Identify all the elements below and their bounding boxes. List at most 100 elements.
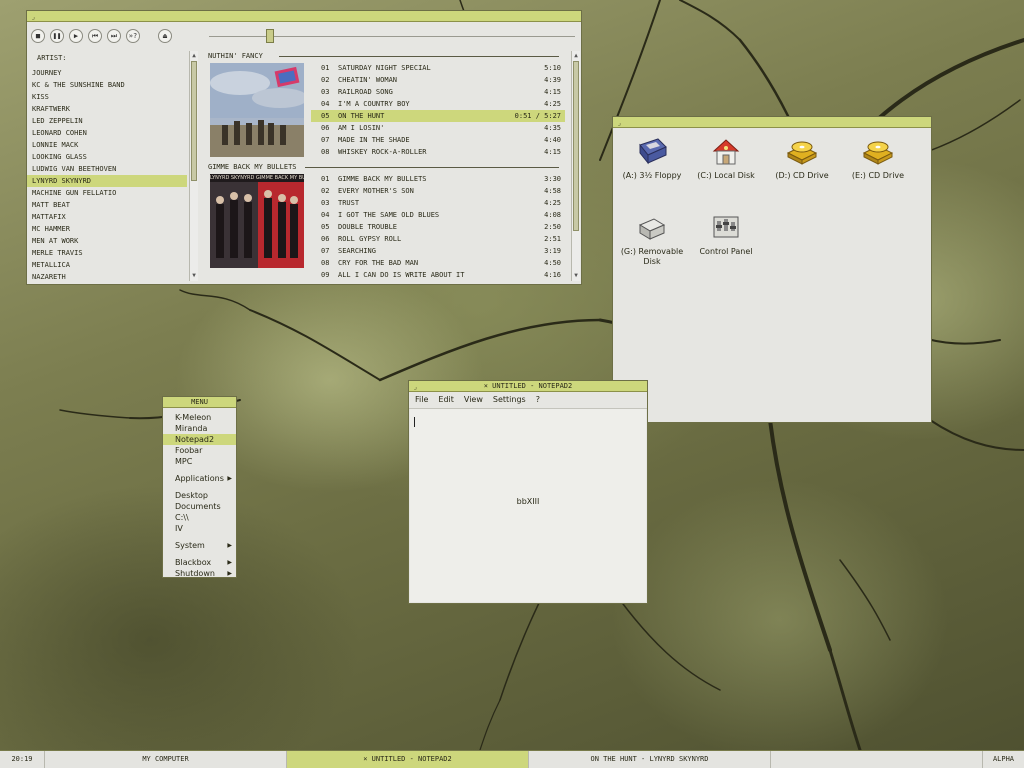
seek-bar[interactable]	[209, 29, 575, 43]
menu-item[interactable]: Blackbox ▶	[163, 557, 236, 568]
track-scrollbar[interactable]: ▲ ▼	[571, 51, 580, 281]
menu-item[interactable]: Desktop	[163, 490, 236, 501]
window-grip-icon[interactable]: ⌟	[413, 382, 417, 392]
control-panel[interactable]: Control Panel	[687, 213, 765, 257]
stop-button[interactable]: ■	[31, 29, 45, 43]
drive-g-removable[interactable]: (G:) Removable Disk	[613, 213, 691, 267]
menu-edit[interactable]: Edit	[438, 392, 454, 408]
track-row[interactable]: 01 SATURDAY NIGHT SPECIAL 5:10	[311, 62, 565, 74]
track-row[interactable]: 08 WHISKEY ROCK-A-ROLLER 4:15	[311, 146, 565, 158]
player-titlebar[interactable]: ⌟	[27, 11, 581, 22]
random-button[interactable]: »?	[126, 29, 140, 43]
artist-item[interactable]: LUDWIG VAN BEETHOVEN	[27, 163, 187, 175]
task-music-player[interactable]: ON THE HUNT - LYNYRD SKYNYRD	[528, 751, 770, 768]
track-scroll-thumb[interactable]	[573, 61, 579, 231]
scroll-up-icon[interactable]: ▲	[572, 52, 580, 60]
scroll-up-icon[interactable]: ▲	[190, 52, 198, 60]
my-computer-titlebar[interactable]: ⌟	[613, 117, 931, 128]
previous-button[interactable]: ⏮	[88, 29, 102, 43]
artist-item[interactable]: KC & THE SUNSHINE BAND	[27, 79, 187, 91]
artist-item[interactable]: LOOKING GLASS	[27, 151, 187, 163]
play-button[interactable]: ▶	[69, 29, 83, 43]
artist-item[interactable]: MERLE TRAVIS	[27, 247, 187, 259]
track-row[interactable]: 04 I'M A COUNTRY BOY 4:25	[311, 98, 565, 110]
task-my-computer[interactable]: MY COMPUTER	[44, 751, 286, 768]
menu-item[interactable]: Foobar	[163, 445, 236, 456]
menu-item[interactable]: Applications ▶	[163, 473, 236, 484]
notepad-window[interactable]: ⌟ × UNTITLED - NOTEPAD2 File Edit View S…	[408, 380, 648, 604]
track-list: 01 GIMME BACK MY BULLETS 3:30 02 EVERY MOTHE…	[311, 173, 565, 281]
wallpaper-watermark-text: bbXIII	[516, 497, 540, 506]
next-button[interactable]: ⏭	[107, 29, 121, 43]
artist-item[interactable]: KISS	[27, 91, 187, 103]
task-notepad[interactable]: × UNTITLED - NOTEPAD2	[286, 751, 528, 768]
artist-scroll-thumb[interactable]	[191, 61, 197, 181]
notepad-titlebar[interactable]: ⌟ × UNTITLED - NOTEPAD2	[409, 381, 647, 392]
submenu-arrow-icon: ▶	[227, 542, 232, 549]
track-row[interactable]: 06 ROLL GYPSY ROLL 2:51	[311, 233, 565, 245]
artist-item[interactable]: LED ZEPPELIN	[27, 115, 187, 127]
track-row[interactable]: 08 CRY FOR THE BAD MAN 4:50	[311, 257, 565, 269]
menu-item[interactable]: System ▶	[163, 540, 236, 551]
track-row[interactable]: 02 EVERY MOTHER'S SON 4:58	[311, 185, 565, 197]
window-grip-icon[interactable]: ⌟	[31, 12, 35, 22]
artist-item[interactable]: MACHINE GUN FELLATIO	[27, 187, 187, 199]
artist-item[interactable]: MEN AT WORK	[27, 235, 187, 247]
artist-item[interactable]: MATT BEAT	[27, 199, 187, 211]
seek-knob[interactable]	[266, 29, 274, 43]
notepad-text-area[interactable]: bbXIII	[410, 409, 646, 602]
track-row[interactable]: 09 ALL I CAN DO IS WRITE ABOUT IT 4:16	[311, 269, 565, 281]
track-row[interactable]: 05 ON THE HUNT 0:51 / 5:27	[311, 110, 565, 122]
track-row[interactable]: 07 SEARCHING 3:19	[311, 245, 565, 257]
drive-e-cd[interactable]: (E:) CD Drive	[839, 137, 917, 181]
artist-scrollbar[interactable]: ▲ ▼	[189, 51, 198, 281]
track-row[interactable]: 03 TRUST 4:25	[311, 197, 565, 209]
artist-panel: ARTIST: JOURNEY KC & THE SUNSHINE BAND KIS…	[27, 51, 187, 281]
menu-item[interactable]: Shutdown ▶	[163, 568, 236, 579]
artist-item[interactable]: MATTAFIX	[27, 211, 187, 223]
menu-settings[interactable]: Settings	[493, 392, 526, 408]
scroll-down-icon[interactable]: ▼	[190, 272, 198, 280]
artist-item[interactable]: METALLICA	[27, 259, 187, 271]
workspace-label[interactable]: ALPHA	[982, 751, 1024, 768]
menu-item[interactable]: C:\\	[163, 512, 236, 523]
track-row[interactable]: 07 MADE IN THE SHADE 4:40	[311, 134, 565, 146]
track-title: ALL I CAN DO IS WRITE ABOUT IT	[338, 271, 465, 279]
track-row[interactable]: 04 I GOT THE SAME OLD BLUES 4:08	[311, 209, 565, 221]
artist-item[interactable]: LYNYRD SKYNYRD	[27, 175, 187, 187]
menu-item-label: Foobar	[175, 446, 203, 455]
root-menu[interactable]: MENU K-Meleon Miranda Notepad2 Foobar MPC App…	[162, 396, 237, 578]
track-row[interactable]: 02 CHEATIN' WOMAN 4:39	[311, 74, 565, 86]
menu-item[interactable]: K-Meleon	[163, 412, 236, 423]
menu-file[interactable]: File	[415, 392, 428, 408]
track-row[interactable]: 06 AM I LOSIN' 4:35	[311, 122, 565, 134]
artist-item[interactable]: MC HAMMER	[27, 223, 187, 235]
artist-item[interactable]: NAZARETH	[27, 271, 187, 283]
drive-d-cd[interactable]: (D:) CD Drive	[763, 137, 841, 181]
album-divider	[305, 167, 559, 168]
menu-item[interactable]: Notepad2	[163, 434, 236, 445]
scroll-down-icon[interactable]: ▼	[572, 272, 580, 280]
artist-item[interactable]: LEONARD COHEN	[27, 127, 187, 139]
artist-item[interactable]: KRAFTWERK	[27, 103, 187, 115]
menu-item[interactable]: MPC	[163, 456, 236, 467]
artist-item[interactable]: JOURNEY	[27, 67, 187, 79]
menu-help[interactable]: ?	[536, 392, 540, 408]
drive-c-local-disk[interactable]: (C:) Local Disk	[687, 137, 765, 181]
menu-view[interactable]: View	[464, 392, 483, 408]
my-computer-window[interactable]: ⌟ (A:) 3½ Floppy (C:) Local Disk (D:) CD…	[612, 116, 932, 423]
track-row[interactable]: 05 DOUBLE TROUBLE 2:50	[311, 221, 565, 233]
track-row[interactable]: 03 RAILROAD SONG 4:15	[311, 86, 565, 98]
menu-item[interactable]: Documents	[163, 501, 236, 512]
track-row[interactable]: 01 GIMME BACK MY BULLETS 3:30	[311, 173, 565, 185]
drive-a-floppy[interactable]: (A:) 3½ Floppy	[613, 137, 691, 181]
music-player-window[interactable]: ⌟ ■ ❚❚ ▶ ⏮ ⏭ »? ⏏ ARTIST: JOURNEY KC & TH…	[26, 10, 582, 285]
menu-item-label: Shutdown	[175, 569, 215, 578]
menu-item[interactable]: IV	[163, 523, 236, 534]
track-number: 05	[321, 223, 330, 231]
pause-button[interactable]: ❚❚	[50, 29, 64, 43]
window-grip-icon[interactable]: ⌟	[617, 118, 621, 128]
menu-item[interactable]: Miranda	[163, 423, 236, 434]
artist-item[interactable]: LONNIE MACK	[27, 139, 187, 151]
eject-button[interactable]: ⏏	[158, 29, 172, 43]
